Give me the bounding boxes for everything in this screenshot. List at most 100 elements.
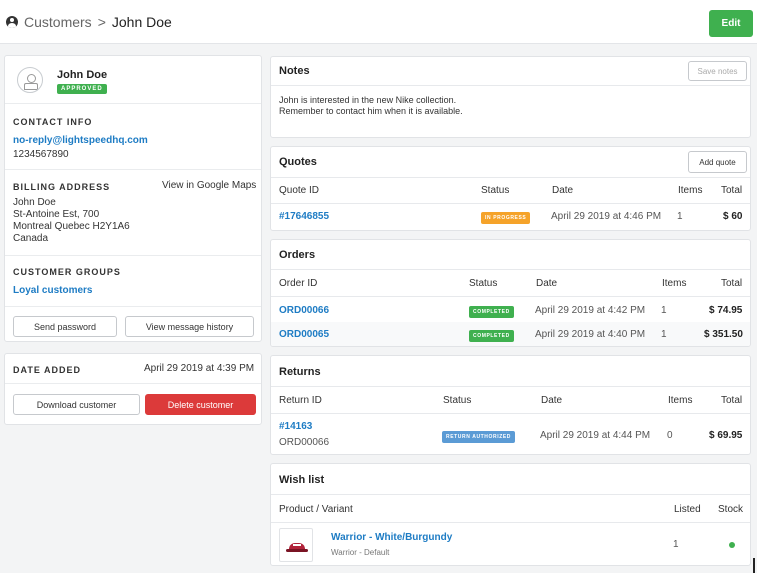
- col-header-date[interactable]: Date: [536, 278, 557, 289]
- status-badge: APPROVED: [57, 84, 107, 94]
- order-id-link[interactable]: ORD00065: [279, 329, 329, 340]
- order-items: 1: [661, 329, 667, 340]
- billing-line: St-Antoine Est, 700: [13, 209, 100, 220]
- col-header-stock[interactable]: Stock: [718, 504, 743, 515]
- col-header-items[interactable]: Items: [668, 395, 692, 406]
- add-quote-button[interactable]: Add quote: [688, 151, 747, 173]
- returns-title: Returns: [279, 366, 321, 378]
- return-total: $ 69.95: [709, 430, 743, 441]
- breadcrumb-current: John Doe: [111, 14, 172, 30]
- send-password-button[interactable]: Send password: [13, 316, 117, 337]
- divider: [5, 103, 261, 104]
- status-badge: COMPLETED: [469, 330, 514, 342]
- product-variant: Warrior - Default: [331, 548, 390, 557]
- notes-title: Notes: [279, 65, 310, 77]
- avatar-icon: [17, 67, 43, 93]
- quote-date: April 29 2019 at 4:46 PM: [551, 211, 662, 222]
- notes-line[interactable]: Remember to contact him when it is avail…: [279, 106, 463, 116]
- scrollbar[interactable]: [753, 558, 755, 573]
- divider: [271, 85, 750, 86]
- col-header-date[interactable]: Date: [552, 185, 573, 196]
- billing-line: Montreal Quebec H2Y1A6: [13, 221, 130, 232]
- email-link[interactable]: no-reply@lightspeedhq.com: [13, 135, 148, 146]
- col-header-total[interactable]: Total: [721, 185, 742, 196]
- order-id-link[interactable]: ORD00066: [279, 305, 329, 316]
- orders-title: Orders: [279, 249, 316, 261]
- return-date: April 29 2019 at 4:44 PM: [540, 430, 651, 441]
- col-header-total[interactable]: Total: [721, 278, 742, 289]
- date-added-card: DATE ADDED April 29 2019 at 4:39 PM Down…: [4, 353, 262, 425]
- delete-customer-button[interactable]: Delete customer: [145, 394, 256, 415]
- table-row[interactable]: ORD00065 COMPLETED April 29 2019 at 4:40…: [271, 322, 750, 346]
- col-header-date[interactable]: Date: [541, 395, 562, 406]
- billing-line: John Doe: [13, 197, 56, 208]
- edit-button[interactable]: Edit: [709, 10, 753, 37]
- billing-line: Canada: [13, 233, 49, 244]
- status-badge: COMPLETED: [469, 306, 514, 318]
- divider: [271, 386, 750, 387]
- product-thumbnail-image[interactable]: [279, 528, 313, 562]
- col-header-status[interactable]: Status: [469, 278, 497, 289]
- divider: [271, 203, 750, 204]
- return-order-id: ORD00066: [279, 437, 330, 448]
- divider: [271, 494, 750, 495]
- quote-id-link[interactable]: #17646855: [279, 211, 329, 222]
- breadcrumb-customers-link[interactable]: Customers: [24, 14, 92, 30]
- col-header-order-id[interactable]: Order ID: [279, 278, 317, 289]
- divider: [271, 296, 750, 297]
- customer-card: John Doe APPROVED CONTACT INFO no-reply@…: [4, 55, 262, 342]
- divider: [271, 522, 750, 523]
- divider: [5, 169, 261, 170]
- order-date: April 29 2019 at 4:42 PM: [535, 305, 646, 316]
- wishlist-title: Wish list: [279, 474, 325, 486]
- product-link[interactable]: Warrior - White/Burgundy: [331, 532, 452, 543]
- order-date: April 29 2019 at 4:40 PM: [535, 329, 646, 340]
- date-added-value: April 29 2019 at 4:39 PM: [144, 363, 255, 374]
- divider: [5, 383, 261, 384]
- col-header-status[interactable]: Status: [443, 395, 471, 406]
- order-items: 1: [661, 305, 667, 316]
- status-badge: IN PROGRESS: [481, 212, 531, 224]
- phone-text: 1234567890: [13, 149, 69, 160]
- contact-info-title: CONTACT INFO: [13, 117, 93, 127]
- col-header-listed[interactable]: Listed: [674, 504, 701, 515]
- orders-card: Orders Order ID Status Date Items Total …: [270, 239, 751, 347]
- top-bar: Customers > John Doe Edit: [0, 0, 757, 44]
- returns-card: Returns Return ID Status Date Items Tota…: [270, 355, 751, 455]
- quotes-title: Quotes: [279, 156, 317, 168]
- divider: [271, 269, 750, 270]
- order-total: $ 351.50: [704, 329, 743, 340]
- quote-items: 1: [677, 211, 683, 222]
- quote-total: $ 60: [723, 211, 743, 222]
- return-items: 0: [667, 430, 673, 441]
- in-stock-dot-icon: [729, 542, 735, 548]
- download-customer-button[interactable]: Download customer: [13, 394, 140, 415]
- customer-group-link[interactable]: Loyal customers: [13, 285, 92, 296]
- col-header-status[interactable]: Status: [481, 185, 509, 196]
- user-icon: [6, 16, 18, 28]
- status-badge: RETURN AUTHORIZED: [442, 431, 516, 443]
- divider: [271, 177, 750, 178]
- date-added-title: DATE ADDED: [13, 365, 81, 375]
- col-header-items[interactable]: Items: [662, 278, 686, 289]
- return-id-link[interactable]: #14163: [279, 421, 312, 432]
- notes-line[interactable]: John is interested in the new Nike colle…: [279, 95, 456, 105]
- billing-address-title: BILLING ADDRESS: [13, 182, 111, 192]
- col-header-quote-id[interactable]: Quote ID: [279, 185, 319, 196]
- divider: [5, 306, 261, 307]
- customer-groups-title: CUSTOMER GROUPS: [13, 267, 121, 277]
- save-notes-button[interactable]: Save notes: [688, 61, 747, 81]
- listed-count: 1: [673, 539, 679, 550]
- col-header-return-id[interactable]: Return ID: [279, 395, 322, 406]
- col-header-items[interactable]: Items: [678, 185, 702, 196]
- divider: [271, 413, 750, 414]
- wishlist-card: Wish list Product / Variant Listed Stock…: [270, 463, 751, 566]
- quotes-card: Quotes Add quote Quote ID Status Date It…: [270, 146, 751, 231]
- breadcrumb: Customers > John Doe: [6, 14, 172, 30]
- view-message-history-button[interactable]: View message history: [125, 316, 254, 337]
- col-header-product[interactable]: Product / Variant: [279, 504, 353, 515]
- order-total: $ 74.95: [709, 305, 743, 316]
- google-maps-link[interactable]: View in Google Maps: [162, 181, 256, 191]
- divider: [5, 255, 261, 256]
- col-header-total[interactable]: Total: [721, 395, 742, 406]
